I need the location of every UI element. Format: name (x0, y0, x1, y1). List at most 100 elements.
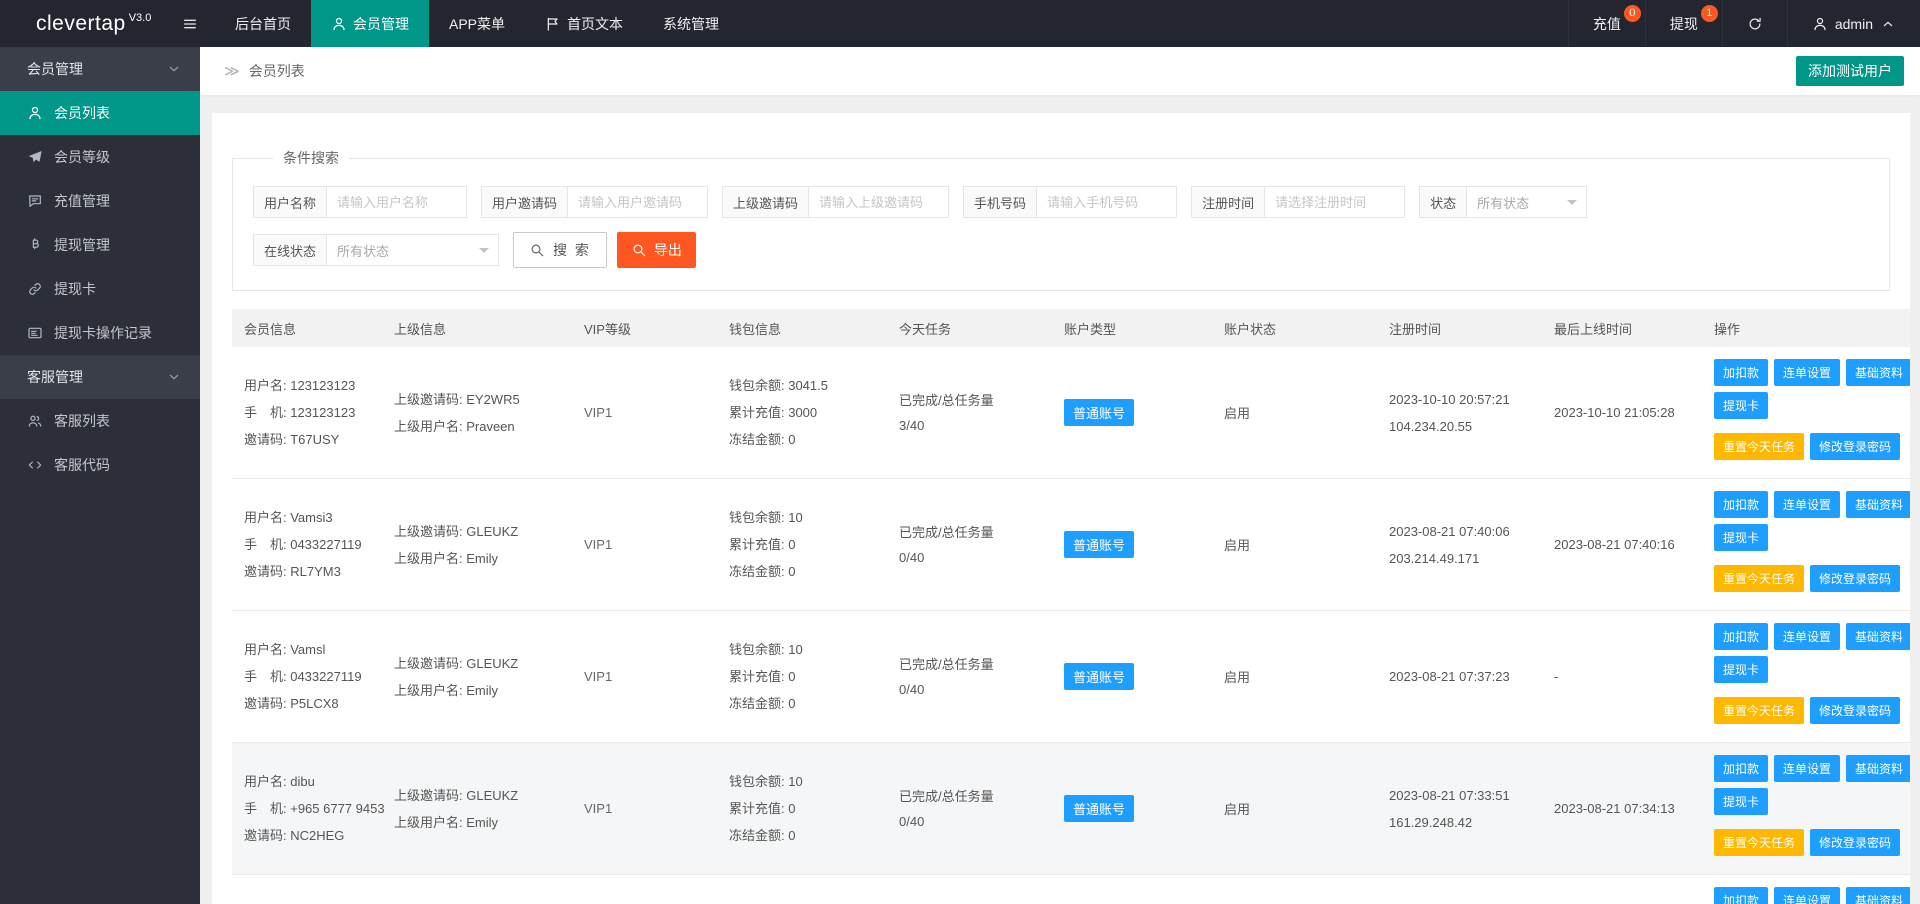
sidebar-item-withdraw-card-log[interactable]: 提现卡操作记录 (0, 311, 200, 355)
member-table: 会员信息上级信息VIP等级钱包信息今天任务账户类型账户状态注册时间最后上线时间操… (232, 309, 1910, 904)
basic-info-button[interactable]: 基础资料 (1846, 491, 1910, 518)
vip-level-cell: VIP1 (572, 347, 717, 479)
chain-order-settings-button[interactable]: 连单设置 (1774, 755, 1840, 782)
sidebar-item-member-list-label: 会员列表 (54, 103, 110, 123)
breadcrumb[interactable]: 会员列表 (249, 61, 305, 81)
column-header-5: 账户类型 (1052, 309, 1212, 347)
user-menu[interactable]: admin (1787, 0, 1920, 47)
sidebar-item-withdraw-management-label: 提现管理 (54, 235, 110, 255)
add-deduct-button[interactable]: 加扣款 (1714, 623, 1768, 650)
chain-order-settings-button[interactable]: 连单设置 (1774, 623, 1840, 650)
plane-icon (27, 149, 43, 165)
user-invite-code-field[interactable] (568, 186, 708, 218)
change-login-password-button[interactable]: 修改登录密码 (1810, 697, 1900, 724)
reset-today-task-button[interactable]: 重置今天任务 (1714, 565, 1804, 592)
member-info-cell: 用户名: Vamsi3手 机: 0433227119邀请码: RL7YM3 (232, 479, 382, 611)
sidebar-item-member-level[interactable]: 会员等级 (0, 135, 200, 179)
withdraw-label: 提现 (1670, 14, 1698, 34)
nav-item-home-text[interactable]: 首页文本 (525, 0, 643, 47)
withdraw-card-button[interactable]: 提现卡 (1714, 656, 1768, 683)
sidebar-item-withdraw-management[interactable]: 提现管理 (0, 223, 200, 267)
change-login-password-button[interactable]: 修改登录密码 (1810, 433, 1900, 460)
online-status-select[interactable]: 所有状态 (327, 234, 499, 266)
status-select[interactable]: 所有状态 (1467, 186, 1587, 218)
register-time-field-label: 注册时间 (1191, 186, 1265, 218)
register-time-field[interactable] (1265, 186, 1405, 218)
account-status-cell: 启用 (1212, 479, 1377, 611)
table-row: 用户名: dibu手 机: +965 6777 9453邀请码: NC2HEG上… (232, 743, 1910, 875)
nav-item-dashboard[interactable]: 后台首页 (215, 0, 311, 47)
topnav-items: 后台首页会员管理APP菜单首页文本系统管理 (215, 0, 739, 47)
chevron-down-icon (166, 61, 182, 77)
chain-order-settings-button[interactable]: 连单设置 (1774, 491, 1840, 518)
phone-field[interactable] (1037, 186, 1177, 218)
export-button[interactable]: 导出 (617, 232, 696, 268)
nav-item-dashboard-label: 后台首页 (235, 14, 291, 34)
nav-item-app-menu[interactable]: APP菜单 (429, 0, 525, 47)
add-deduct-button[interactable]: 加扣款 (1714, 491, 1768, 518)
basic-info-button[interactable]: 基础资料 (1846, 755, 1910, 782)
account-type-badge: 普通账号 (1064, 795, 1134, 822)
today-task-cell: 已完成/总任务量0/40 (887, 611, 1052, 743)
withdraw-card-button[interactable]: 提现卡 (1714, 788, 1768, 815)
parent-info-cell: 上级邀请码: GLEUKZ上级用户名: Emily (382, 479, 572, 611)
flag-icon (545, 16, 561, 32)
parent-invite-code-field[interactable] (809, 186, 949, 218)
account-type-badge: 普通账号 (1064, 531, 1134, 558)
withdraw-nav-item[interactable]: 提现 1 (1645, 0, 1722, 47)
actions-cell: 加扣款连单设置基础资料提现卡重置今天任务修改登录密码 (1702, 347, 1910, 479)
account-type-cell: 普通账号 (1052, 611, 1212, 743)
top-navbar: clevertapV3.0 后台首页会员管理APP菜单首页文本系统管理 充值 0… (0, 0, 1920, 47)
basic-info-button[interactable]: 基础资料 (1846, 887, 1910, 904)
chain-order-settings-button[interactable]: 连单设置 (1774, 887, 1840, 904)
account-status-cell: 启用 (1212, 611, 1377, 743)
column-header-6: 账户状态 (1212, 309, 1377, 347)
chain-order-settings-button[interactable]: 连单设置 (1774, 359, 1840, 386)
account-type-cell: 测试账号 (1052, 875, 1212, 904)
add-deduct-button[interactable]: 加扣款 (1714, 887, 1768, 904)
change-login-password-button[interactable]: 修改登录密码 (1810, 829, 1900, 856)
table-row: 用户名: 123123123手 机: 123123123邀请码: T67USY上… (232, 347, 1910, 479)
parent-info-cell: 上级邀请码: EY2WR5上级用户名: Praveen (382, 875, 572, 904)
today-task-cell: 已完成/总任务量0/40 (887, 743, 1052, 875)
basic-info-button[interactable]: 基础资料 (1846, 623, 1910, 650)
account-type-cell: 普通账号 (1052, 479, 1212, 611)
nav-item-member-management[interactable]: 会员管理 (311, 0, 429, 47)
add-test-user-button[interactable]: 添加测试用户 (1796, 56, 1904, 86)
brand-name: clevertap (36, 12, 126, 36)
sidebar-item-recharge-management[interactable]: 充值管理 (0, 179, 200, 223)
account-status-cell: 启用 (1212, 347, 1377, 479)
card-icon (27, 325, 43, 341)
parent-info-cell: 上级邀请码: GLEUKZ上级用户名: Emily (382, 611, 572, 743)
nav-item-system-management[interactable]: 系统管理 (643, 0, 739, 47)
sidebar-group-member-management[interactable]: 会员管理 (0, 47, 200, 91)
reset-today-task-button[interactable]: 重置今天任务 (1714, 433, 1804, 460)
withdraw-card-button[interactable]: 提现卡 (1714, 524, 1768, 551)
column-header-4: 今天任务 (887, 309, 1052, 347)
basic-info-button[interactable]: 基础资料 (1846, 359, 1910, 386)
refresh-button[interactable] (1722, 0, 1787, 47)
sidebar-item-service-code[interactable]: 客服代码 (0, 443, 200, 487)
recharge-nav-item[interactable]: 充值 0 (1568, 0, 1645, 47)
username-field[interactable] (327, 186, 467, 218)
actions-secondary: 重置今天任务修改登录密码 (1714, 829, 1910, 862)
actions-cell: 加扣款连单设置基础资料提现卡重置今天任务修改登录密码 (1702, 743, 1910, 875)
sidebar-toggle-button[interactable] (165, 0, 215, 47)
nav-item-system-management-label: 系统管理 (663, 14, 719, 34)
sidebar-group-service-management[interactable]: 客服管理 (0, 355, 200, 399)
change-login-password-button[interactable]: 修改登录密码 (1810, 565, 1900, 592)
reset-today-task-button[interactable]: 重置今天任务 (1714, 697, 1804, 724)
reset-today-task-button[interactable]: 重置今天任务 (1714, 829, 1804, 856)
sidebar-item-withdraw-card[interactable]: 提现卡 (0, 267, 200, 311)
add-deduct-button[interactable]: 加扣款 (1714, 755, 1768, 782)
actions-cell: 加扣款连单设置基础资料提现卡重置今天任务修改登录密码 (1702, 611, 1910, 743)
chat-icon (27, 193, 43, 209)
sidebar-item-service-list[interactable]: 客服列表 (0, 399, 200, 443)
add-deduct-button[interactable]: 加扣款 (1714, 359, 1768, 386)
magnifier-icon (529, 242, 545, 258)
sidebar-item-member-list[interactable]: 会员列表 (0, 91, 200, 135)
account-status-cell: 启用 (1212, 875, 1377, 904)
search-button[interactable]: 搜 索 (513, 232, 607, 268)
withdraw-card-button[interactable]: 提现卡 (1714, 392, 1768, 419)
account-type-cell: 普通账号 (1052, 743, 1212, 875)
